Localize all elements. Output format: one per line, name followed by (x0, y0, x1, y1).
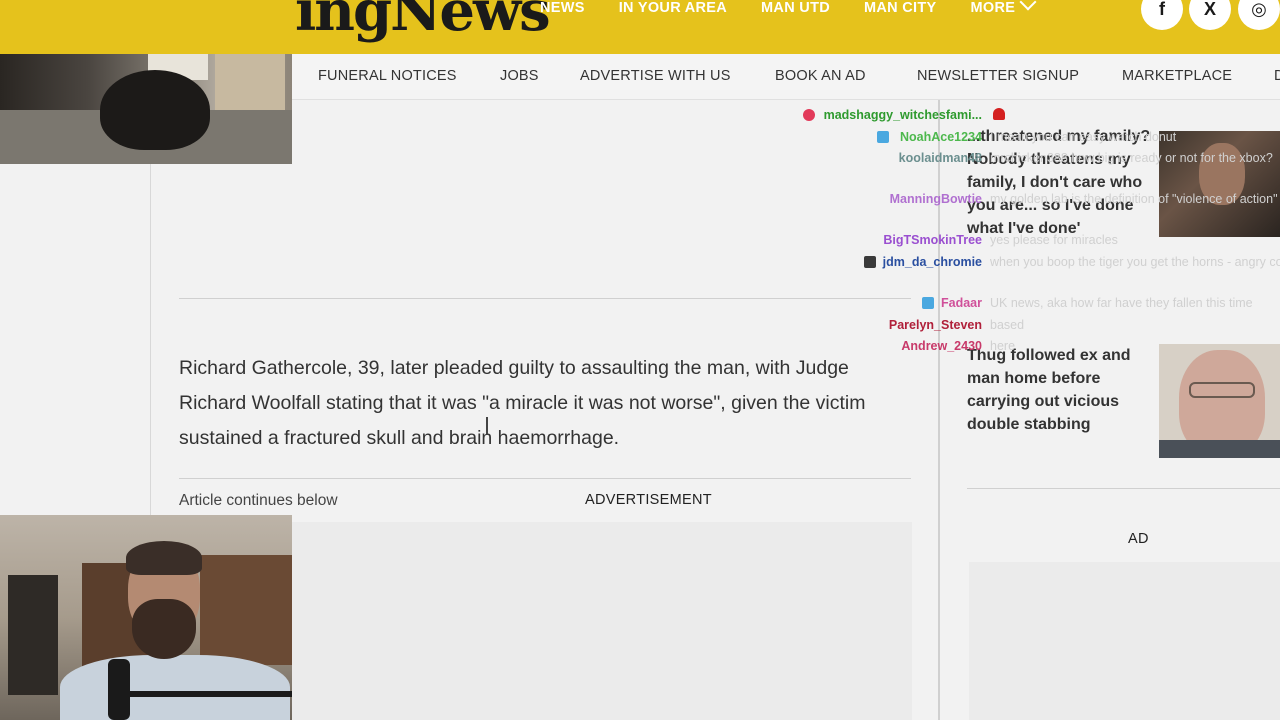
chat-message: NoahAce1234 I mean you can easy watch do… (0, 129, 1280, 145)
subnav-jobs[interactable]: JOBS (500, 68, 539, 84)
nav-more[interactable]: MORE (970, 0, 1015, 16)
cam-streamer-hair (126, 541, 202, 575)
chat-text: I mean you can easy watch donut (990, 130, 1177, 144)
nav-man-city[interactable]: MAN CITY (864, 0, 936, 16)
chat-username: Parelyn_Steven (888, 318, 982, 332)
chat-text: yes please for miracles (990, 233, 1118, 247)
chat-username: NoahAce1234 (900, 130, 982, 144)
chevron-down-icon[interactable] (1019, 0, 1037, 11)
chat-username: BigTSmokinTree (883, 233, 982, 247)
site-header: ingNews NEWS IN YOUR AREA MAN UTD MAN CI… (0, 0, 1280, 54)
subnav-advertise[interactable]: ADVERTISE WITH US (580, 68, 731, 84)
chat-username: Fadaar (941, 296, 982, 310)
moderator-badge-icon (864, 256, 876, 268)
webcam-streamer-feed (0, 515, 292, 720)
sidebar-ad-slot[interactable] (969, 562, 1280, 720)
nav-in-your-area[interactable]: IN YOUR AREA (619, 0, 727, 16)
primary-nav: NEWS IN YOUR AREA MAN UTD MAN CITY MORE (540, 0, 1015, 16)
advertisement-label: ADVERTISEMENT (585, 492, 712, 508)
prime-badge-icon (922, 297, 934, 309)
subnav-marketplace[interactable]: MARKETPLACE (1122, 68, 1232, 84)
sidebar-story-headline[interactable]: Thug followed ex and man home before car… (967, 344, 1152, 436)
subnav-book-an-ad[interactable]: BOOK AN AD (775, 68, 866, 84)
secondary-nav: FUNERAL NOTICES JOBS ADVERTISE WITH US B… (292, 54, 1280, 100)
chat-text: here (990, 339, 1016, 353)
cam-streamer-body (60, 655, 290, 720)
subnav-funeral-notices[interactable]: FUNERAL NOTICES (318, 68, 457, 84)
cam-bookshelf (200, 555, 292, 665)
chat-message: jdm_da_chromie when you boop the tiger y… (0, 254, 1280, 270)
sidebar-story-thumbnail[interactable] (1159, 344, 1280, 458)
siren-badge-icon (993, 108, 1005, 120)
chat-username: Andrew_2430 (901, 339, 982, 353)
chat-message: ManningBowtie my golden lab is the defin… (0, 191, 1280, 207)
thumbnail-glasses (1189, 382, 1255, 398)
site-logo[interactable]: ingNews (295, 0, 551, 44)
chat-message: madshaggy_witchesfami... (0, 107, 1280, 123)
chat-message: BigTSmokinTree yes please for miracles (0, 232, 1280, 248)
facebook-icon[interactable]: f (1141, 0, 1183, 30)
chat-message: Parelyn_Steven based (0, 317, 1280, 333)
chat-message: Andrew_2430 here (0, 338, 1280, 354)
cam-guitars (8, 575, 58, 695)
x-icon[interactable]: X (1189, 0, 1231, 30)
chat-username: koolaidman48 (898, 151, 982, 165)
thumbnail-shirt (1159, 440, 1280, 458)
sidebar-divider (967, 488, 1280, 489)
prime-badge-icon (877, 131, 889, 143)
article-continues-label: Article continues below (179, 492, 338, 509)
subnav-more-cut[interactable]: D (1274, 68, 1280, 84)
article-paragraph: Richard Gathercole, 39, later pleaded gu… (179, 357, 866, 449)
advertisement-slot[interactable] (292, 522, 912, 720)
chat-text: my golden lab is the definition of "viol… (990, 192, 1278, 206)
cam-streamer-beard (132, 599, 196, 659)
content-divider (179, 478, 911, 479)
instagram-icon[interactable]: ◎ (1238, 0, 1280, 30)
chat-text: when you boop the tiger you get the horn… (990, 255, 1280, 269)
nav-man-utd[interactable]: MAN UTD (761, 0, 830, 16)
text-cursor-icon (486, 417, 488, 434)
chat-message: Fadaar UK news, aka how far have they fa… (0, 295, 1280, 311)
sidebar-story-thumbnail[interactable] (1159, 131, 1280, 237)
chat-message: koolaidman48 mrchicken388 how big is rea… (0, 150, 1280, 166)
chat-username: madshaggy_witchesfami... (823, 108, 982, 122)
chat-text: based (990, 318, 1025, 332)
chat-text: mrchicken388 how big is ready or not for… (990, 151, 1273, 165)
chat-text: UK news, aka how far have they fallen th… (990, 296, 1253, 310)
subnav-newsletter-signup[interactable]: NEWSLETTER SIGNUP (917, 68, 1079, 84)
heart-badge-icon (803, 109, 815, 121)
sidebar-ad-label: AD (1128, 531, 1149, 547)
microphone-icon (108, 659, 130, 720)
nav-news[interactable]: NEWS (540, 0, 585, 16)
chat-username: ManningBowtie (889, 192, 982, 206)
chat-username: jdm_da_chromie (882, 255, 982, 269)
mic-arm-icon (128, 691, 292, 697)
